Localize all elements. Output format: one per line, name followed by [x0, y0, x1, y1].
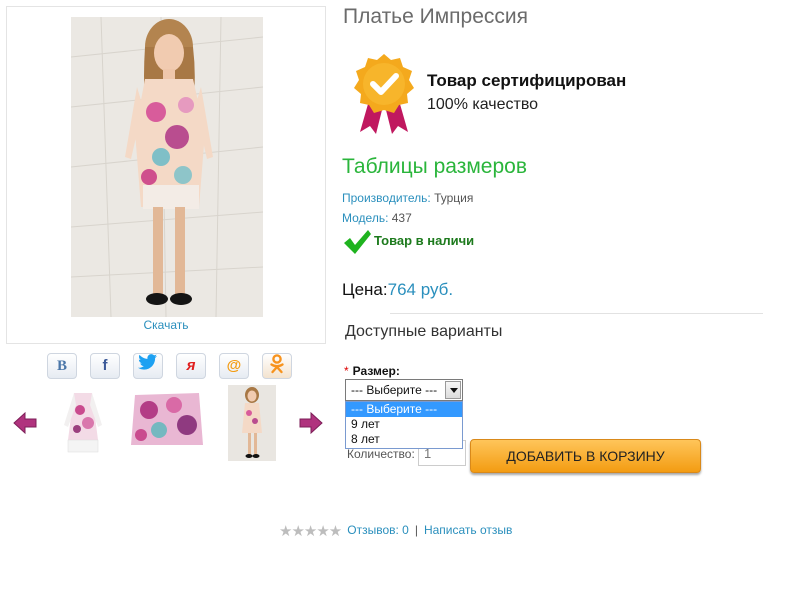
- required-mark: *: [344, 364, 349, 378]
- size-label-text: Размер:: [352, 364, 400, 378]
- main-image-frame: Скачать: [6, 6, 326, 344]
- thumbnail-1[interactable]: [58, 385, 108, 461]
- model-label: Модель:: [342, 211, 389, 225]
- size-select-value: --- Выберите ---: [351, 383, 438, 397]
- size-option[interactable]: 9 лет: [346, 417, 462, 432]
- options-divider: [390, 313, 763, 314]
- manufacturer-line: Производитель: Турция: [342, 191, 473, 205]
- certificate-badge-icon: [350, 52, 418, 136]
- options-title: Доступные варианты: [345, 323, 503, 340]
- facebook-share-button[interactable]: f: [90, 353, 120, 379]
- moi-krug-icon: я: [186, 357, 196, 374]
- model-line: Модель: 437: [342, 211, 412, 225]
- social-share-bar: B f я @: [47, 353, 305, 379]
- twitter-bird-icon: [138, 354, 158, 378]
- facebook-icon: f: [102, 357, 108, 374]
- size-option[interactable]: --- Выберите ---: [346, 402, 462, 417]
- review-row: ★★★★★ Отзывов: 0 | Написать отзыв: [279, 522, 512, 540]
- in-stock-check-icon: [342, 228, 372, 256]
- moi-krug-share-button[interactable]: я: [176, 353, 206, 379]
- fabric-pattern-thumbnail: [129, 385, 205, 461]
- thumbnail-3[interactable]: [228, 385, 276, 461]
- reviews-count-link[interactable]: Отзывов: 0: [347, 523, 409, 537]
- rating-stars-icon: ★★★★★: [279, 523, 342, 540]
- certificate-title: Товар сертифицирован: [427, 71, 627, 90]
- dress-front-thumbnail: [58, 385, 108, 461]
- stock-status: Товар в наличи: [374, 233, 475, 248]
- add-to-cart-button[interactable]: ДОБАВИТЬ В КОРЗИНУ: [470, 439, 701, 473]
- certificate-subtitle: 100% качество: [427, 96, 539, 113]
- vk-share-button[interactable]: B: [47, 353, 77, 379]
- mail-at-icon: @: [226, 357, 242, 374]
- download-link[interactable]: Скачать: [7, 318, 325, 332]
- chevron-down-icon[interactable]: [445, 381, 461, 399]
- twitter-share-button[interactable]: [133, 353, 163, 379]
- manufacturer-value: Турция: [434, 191, 474, 205]
- thumbnail-2[interactable]: [129, 385, 205, 461]
- size-select[interactable]: --- Выберите ---: [345, 379, 463, 401]
- girl-thumbnail: [228, 385, 276, 461]
- review-separator: |: [414, 523, 418, 538]
- odnoklassniki-icon: [269, 354, 285, 382]
- model-value: 437: [391, 211, 412, 225]
- write-review-link[interactable]: Написать отзыв: [424, 523, 512, 537]
- price-label: Цена:: [342, 280, 388, 299]
- mail-share-button[interactable]: @: [219, 353, 249, 379]
- manufacturer-label[interactable]: Производитель:: [342, 191, 431, 205]
- size-dropdown-list: --- Выберите --- 9 лет 8 лет: [345, 401, 463, 449]
- thumbnail-next-arrow-icon[interactable]: [298, 410, 324, 436]
- price-line: Цена:764 руб.: [342, 280, 453, 300]
- odnoklassniki-share-button[interactable]: [262, 353, 292, 379]
- size-option[interactable]: 8 лет: [346, 432, 462, 447]
- size-table-link[interactable]: Таблицы размеров: [342, 155, 527, 179]
- girl-in-dress-photo: [71, 17, 263, 317]
- product-main-image[interactable]: [71, 17, 263, 317]
- vk-icon: B: [56, 358, 67, 374]
- size-label: * Размер:: [344, 364, 400, 378]
- quantity-label: Количество:: [347, 447, 415, 461]
- thumbnail-prev-arrow-icon[interactable]: [12, 410, 38, 436]
- product-title: Платье Импрессия: [343, 5, 529, 28]
- price-value: 764 руб.: [387, 280, 454, 299]
